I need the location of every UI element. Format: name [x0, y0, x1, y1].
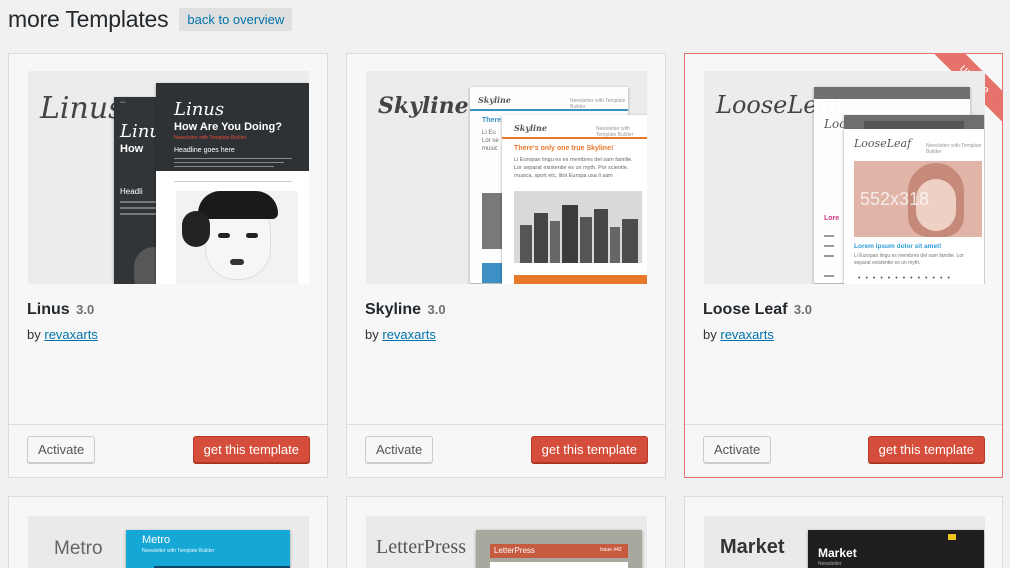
preview-doc-front: LooseLeaf Newsletter with Template Build…	[844, 115, 984, 284]
template-preview-letterpress[interactable]: LetterPress LetterPress Issue #42	[366, 516, 647, 568]
template-version: 3.0	[76, 302, 95, 317]
activate-button[interactable]: Activate	[27, 436, 96, 463]
template-card-skyline: Skyline Skyline Newsletter with Template…	[346, 53, 666, 478]
preview-headline-1: Linus	[174, 99, 225, 120]
preview-headline: There's only one true Skyline!	[514, 145, 614, 152]
get-this-template-button[interactable]: get this template	[192, 436, 310, 463]
template-logo: Skyline	[378, 93, 469, 119]
card-footer: Activate get this template	[9, 424, 327, 477]
template-preview-linus[interactable]: Linus ••• Linu How Headli Linus How Are …	[28, 71, 309, 284]
preview-doc-front: Market Newsletter	[808, 530, 984, 568]
activate-button[interactable]: Activate	[365, 436, 434, 463]
template-info: Loose Leaf 3.0 by revaxarts	[703, 301, 812, 342]
template-logo: Linus	[40, 91, 124, 126]
template-logo: LetterPress	[376, 536, 466, 558]
template-card-metro: Metro Metro Newsletter with Template Bui…	[8, 496, 328, 568]
template-version: 3.0	[793, 302, 812, 317]
activate-button[interactable]: Activate	[703, 436, 772, 463]
template-name: Linus	[27, 301, 70, 318]
preview-doc-front: Metro Newsletter with Template Builder	[126, 530, 290, 568]
author-link[interactable]: revaxarts	[382, 327, 435, 342]
preview-headline-2: How Are You Doing?	[174, 121, 282, 133]
page-title: more Templates	[8, 6, 169, 32]
template-author: by revaxarts	[703, 327, 774, 342]
template-card-market: Market Market Newsletter	[684, 496, 1003, 568]
template-card-loose-leaf: update LooseLeaf Loo Lore LooseLeaf News…	[684, 53, 1003, 478]
template-name: Loose Leaf	[703, 301, 788, 318]
template-preview-skyline[interactable]: Skyline Skyline Newsletter with Template…	[366, 71, 647, 284]
preview-dims: 552x318	[860, 189, 930, 209]
template-card-letterpress: LetterPress LetterPress Issue #42	[346, 496, 666, 568]
get-this-template-button[interactable]: get this template	[530, 436, 648, 463]
template-author: by revaxarts	[365, 327, 436, 342]
page-header: more Templates back to overview	[8, 6, 293, 33]
template-version: 3.0	[427, 302, 446, 317]
template-card-linus: Linus ••• Linu How Headli Linus How Are …	[8, 53, 328, 478]
preview-doc-front: Linus How Are You Doing? Newsletter with…	[156, 83, 309, 284]
template-info: Skyline 3.0 by revaxarts	[365, 301, 446, 342]
template-logo: Metro	[54, 538, 103, 559]
template-logo: Market	[720, 536, 785, 558]
preview-doc-front: Skyline Newsletter with Template Builder…	[502, 115, 647, 284]
template-name: Skyline	[365, 301, 422, 318]
author-link[interactable]: revaxarts	[44, 327, 97, 342]
preview-doc-front: LetterPress Issue #42	[476, 530, 642, 568]
template-preview-market[interactable]: Market Market Newsletter	[704, 516, 985, 568]
get-this-template-button[interactable]: get this template	[867, 436, 985, 463]
preview-headline: Lorem ipsum dolor sit amet!	[854, 243, 942, 250]
template-preview-loose-leaf[interactable]: LooseLeaf Loo Lore LooseLeaf Newsletter …	[704, 71, 985, 284]
template-preview-metro[interactable]: Metro Metro Newsletter with Template Bui…	[28, 516, 309, 568]
template-author: by revaxarts	[27, 327, 98, 342]
template-info: Linus 3.0 by revaxarts	[27, 301, 98, 342]
card-footer: Activate get this template	[347, 424, 665, 477]
back-to-overview-button[interactable]: back to overview	[179, 8, 293, 31]
author-link[interactable]: revaxarts	[720, 327, 773, 342]
card-footer: Activate get this template	[685, 424, 1002, 477]
